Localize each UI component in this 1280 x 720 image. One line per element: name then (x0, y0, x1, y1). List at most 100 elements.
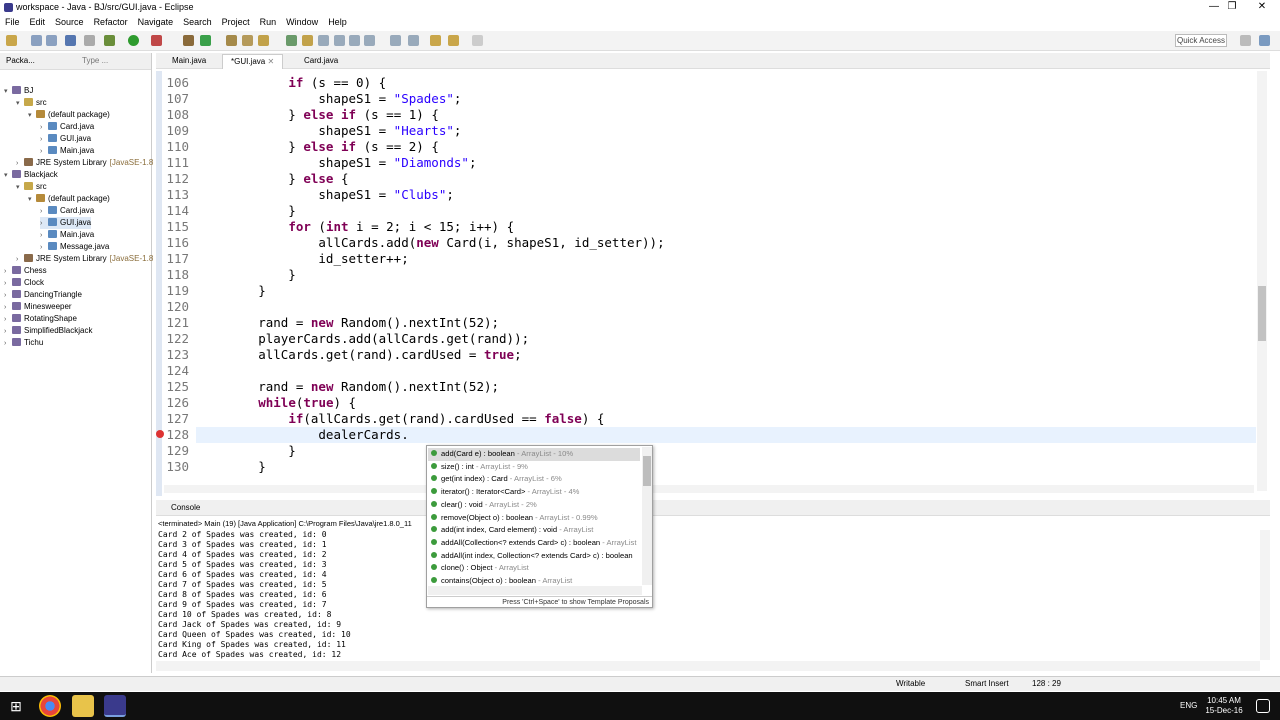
prev-edit-icon[interactable] (408, 35, 419, 46)
tree-item[interactable]: › Minesweeper (4, 301, 72, 313)
proposal-item[interactable]: addAll(int index, Collection<? extends C… (428, 550, 640, 563)
menu-refactor[interactable]: Refactor (89, 15, 133, 30)
proposal-item[interactable]: clone() : Object - ArrayList (428, 562, 640, 575)
tree-item[interactable]: › Chess (4, 265, 47, 277)
last-edit-icon[interactable] (430, 35, 441, 46)
console-output[interactable]: Card 2 of Spades was created, id: 0 Card … (158, 530, 351, 660)
twisty-icon[interactable]: ▾ (4, 170, 12, 182)
new-icon[interactable] (6, 35, 17, 46)
forward-icon[interactable] (472, 35, 483, 46)
tree-item[interactable]: ▾ (default package) (28, 109, 110, 121)
code-line[interactable]: 108 } else if (s == 1) { (164, 107, 665, 123)
toggle-mark-icon[interactable] (286, 35, 297, 46)
java-perspective-icon[interactable] (1259, 35, 1270, 46)
menu-run[interactable]: Run (255, 15, 282, 30)
new-java-project-icon[interactable] (183, 35, 194, 46)
eclipse-taskbar-icon[interactable] (104, 695, 126, 717)
tree-item[interactable]: › Message.java (40, 241, 109, 253)
next-edit-icon[interactable] (390, 35, 401, 46)
tree-item[interactable]: › Card.java (40, 205, 94, 217)
code-line[interactable]: 124 (164, 363, 665, 379)
code-text[interactable]: 106 if (s == 0) {107 shapeS1 = "Spades";… (164, 75, 665, 475)
new-package-icon[interactable] (200, 35, 211, 46)
editor-tab[interactable]: Main.java (164, 54, 214, 69)
skip-breakpoints-icon[interactable] (84, 35, 95, 46)
editor-tab[interactable]: *GUI.java ✕ (222, 54, 284, 69)
menu-search[interactable]: Search (178, 15, 217, 30)
twisty-icon[interactable]: ▾ (28, 110, 36, 122)
code-line[interactable]: 120 (164, 299, 665, 315)
input-language[interactable]: ENG (1180, 701, 1197, 710)
close-tab-icon[interactable]: ✕ (265, 57, 274, 66)
code-line[interactable]: 126 while(true) { (164, 395, 665, 411)
chrome-icon[interactable] (39, 695, 61, 717)
system-clock[interactable]: 10:45 AM 15-Dec-16 (1204, 696, 1244, 716)
tree-item[interactable]: ▾ Blackjack (4, 169, 58, 181)
block-select-icon[interactable] (318, 35, 329, 46)
tree-item[interactable]: › Tichu (4, 337, 43, 349)
proposal-item[interactable]: iterator() : Iterator<Card> - ArrayList … (428, 486, 640, 499)
editor-vscrollbar[interactable] (1257, 71, 1267, 491)
close-button[interactable]: ✕ (1244, 0, 1280, 15)
tree-item[interactable]: ▾ src (16, 181, 47, 193)
perspective-icon[interactable] (1240, 35, 1251, 46)
code-line[interactable]: 112 } else { (164, 171, 665, 187)
code-line[interactable]: 107 shapeS1 = "Spades"; (164, 91, 665, 107)
proposal-item[interactable]: add(Card e) : boolean - ArrayList - 10% (428, 448, 640, 461)
proposal-item[interactable]: remove(Object o) : boolean - ArrayList -… (428, 512, 640, 525)
twisty-icon[interactable]: ▾ (28, 194, 36, 206)
proposal-item[interactable]: size() : int - ArrayList - 9% (428, 461, 640, 474)
tree-item[interactable]: › JRE System Library [JavaSE-1.8 (16, 157, 153, 169)
code-line[interactable]: 122 playerCards.add(allCards.get(rand)); (164, 331, 665, 347)
menu-source[interactable]: Source (50, 15, 89, 30)
tab-package-explorer[interactable]: Packa... (6, 56, 35, 65)
twisty-icon[interactable]: › (4, 338, 12, 350)
open-task-icon[interactable] (242, 35, 253, 46)
tree-item[interactable]: ▾ src (16, 97, 47, 109)
menu-help[interactable]: Help (323, 15, 352, 30)
highlight-icon[interactable] (302, 35, 313, 46)
notifications-icon[interactable] (1256, 699, 1270, 713)
console-vscrollbar[interactable] (1260, 530, 1270, 660)
proposal-hscrollbar[interactable] (428, 586, 642, 595)
back-icon[interactable] (448, 35, 459, 46)
code-line[interactable]: 109 shapeS1 = "Hearts"; (164, 123, 665, 139)
code-line[interactable]: 128 dealerCards. (164, 427, 665, 443)
proposal-item[interactable]: add(int index, Card element) : void - Ar… (428, 524, 640, 537)
open-type-icon[interactable] (226, 35, 237, 46)
proposal-item[interactable]: addAll(Collection<? extends Card> c) : b… (428, 537, 640, 550)
overview-ruler[interactable] (1267, 71, 1270, 491)
code-line[interactable]: 127 if(allCards.get(rand).cardUsed == fa… (164, 411, 665, 427)
menu-edit[interactable]: Edit (25, 15, 51, 30)
editor-hscrollbar[interactable] (164, 485, 1254, 493)
code-line[interactable]: 123 allCards.get(rand).cardUsed = true; (164, 347, 665, 363)
proposal-scroll-thumb[interactable] (643, 456, 651, 486)
twisty-icon[interactable]: ▾ (4, 86, 12, 98)
code-line[interactable]: 119 } (164, 283, 665, 299)
tree-item[interactable]: › JRE System Library [JavaSE-1.8 (16, 253, 153, 265)
twisty-icon[interactable]: ▾ (16, 182, 24, 194)
code-line[interactable]: 113 shapeS1 = "Clubs"; (164, 187, 665, 203)
code-line[interactable]: 117 id_setter++; (164, 251, 665, 267)
menu-navigate[interactable]: Navigate (133, 15, 179, 30)
tree-item[interactable]: › Card.java (40, 121, 94, 133)
tree-item[interactable]: › RotatingShape (4, 313, 77, 325)
tree-item[interactable]: › Main.java (40, 145, 94, 157)
tree-item[interactable]: ▾ BJ (4, 85, 33, 97)
file-explorer-icon[interactable] (72, 695, 94, 717)
tree-item[interactable]: › Clock (4, 277, 44, 289)
error-icon[interactable] (156, 430, 164, 438)
code-line[interactable]: 110 } else if (s == 2) { (164, 139, 665, 155)
tree-item[interactable]: › Main.java (40, 229, 94, 241)
code-line[interactable]: 115 for (int i = 2; i < 15; i++) { (164, 219, 665, 235)
code-line[interactable]: 116 allCards.add(new Card(i, shapeS1, id… (164, 235, 664, 251)
next-annotation-icon[interactable] (364, 35, 375, 46)
windows-start-icon[interactable]: ⊞ (5, 695, 27, 717)
tree-item[interactable]: › DancingTriangle (4, 289, 82, 301)
debug-icon[interactable] (104, 35, 115, 46)
save-icon[interactable] (31, 35, 42, 46)
editor-scroll-thumb[interactable] (1258, 286, 1266, 341)
tree-item[interactable]: ▾ (default package) (28, 193, 110, 205)
show-whitespace-icon[interactable] (334, 35, 345, 46)
save-all-icon[interactable] (46, 35, 57, 46)
